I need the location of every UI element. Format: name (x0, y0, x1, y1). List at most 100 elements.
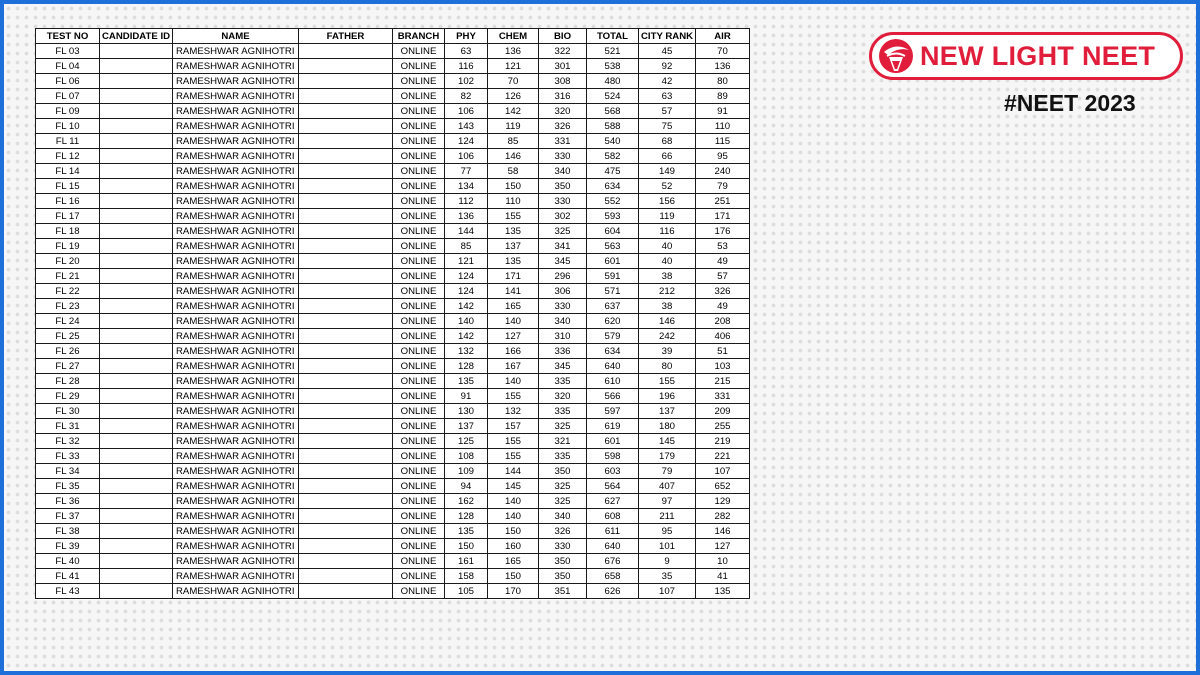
column-header: BRANCH (392, 28, 445, 44)
table-cell: 156 (638, 193, 696, 209)
table-cell: 325 (538, 478, 587, 494)
table-cell: 49 (695, 298, 750, 314)
table-cell: ONLINE (392, 433, 445, 449)
table-cell: 326 (538, 118, 587, 134)
table-cell (298, 463, 393, 479)
table-cell: ONLINE (392, 493, 445, 509)
table-cell: 325 (538, 418, 587, 434)
hashtag-label: #NEET 2023 (1004, 90, 1136, 116)
table-row: FL 34 RAMESHWAR AGNIHOTRI ONLINE 109 144 350 6… (35, 463, 750, 479)
table-cell: 40 (638, 238, 696, 254)
table-cell (298, 193, 393, 209)
table-cell: FL 03 (35, 43, 100, 59)
table-cell (298, 433, 393, 449)
table-cell: 320 (538, 103, 587, 119)
table-cell: 350 (538, 178, 587, 194)
table-cell: ONLINE (392, 193, 445, 209)
table-cell: RAMESHWAR AGNIHOTRI (172, 343, 299, 359)
table-cell: ONLINE (392, 163, 445, 179)
table-row: FL 39 RAMESHWAR AGNIHOTRI ONLINE 150 160 330 6… (35, 538, 750, 554)
table-cell: 330 (538, 193, 587, 209)
table-cell: 610 (586, 373, 639, 389)
table-cell: RAMESHWAR AGNIHOTRI (172, 148, 299, 164)
table-cell: 242 (638, 328, 696, 344)
table-cell: FL 43 (35, 583, 100, 599)
table-cell: FL 28 (35, 373, 100, 389)
table-cell: 335 (538, 403, 587, 419)
table-cell: 134 (444, 178, 488, 194)
table-cell (298, 343, 393, 359)
table-cell: ONLINE (392, 118, 445, 134)
table-cell: ONLINE (392, 298, 445, 314)
table-cell (298, 568, 393, 584)
table-cell: 652 (695, 478, 750, 494)
table-cell: FL 26 (35, 343, 100, 359)
table-cell: 135 (444, 523, 488, 539)
table-cell: ONLINE (392, 58, 445, 74)
table-cell: 49 (695, 253, 750, 269)
table-cell: 597 (586, 403, 639, 419)
table-cell: 588 (586, 118, 639, 134)
table-cell (99, 133, 173, 149)
table-cell: RAMESHWAR AGNIHOTRI (172, 433, 299, 449)
table-cell: 157 (487, 418, 539, 434)
table-cell: 340 (538, 508, 587, 524)
table-cell (99, 103, 173, 119)
table-row: FL 18 RAMESHWAR AGNIHOTRI ONLINE 144 135 325 6… (35, 223, 750, 239)
table-cell: FL 37 (35, 508, 100, 524)
table-cell: 119 (638, 208, 696, 224)
table-cell: 166 (487, 343, 539, 359)
column-header: BIO (538, 28, 587, 44)
table-cell (298, 373, 393, 389)
table-cell: FL 31 (35, 418, 100, 434)
table-cell: 296 (538, 268, 587, 284)
table-cell: 142 (444, 328, 488, 344)
table-cell (99, 283, 173, 299)
table-cell: 52 (638, 178, 696, 194)
table-row: FL 22 RAMESHWAR AGNIHOTRI ONLINE 124 141 306 5… (35, 283, 750, 299)
table-cell: ONLINE (392, 538, 445, 554)
table-cell: FL 34 (35, 463, 100, 479)
table-cell: 325 (538, 493, 587, 509)
table-cell (298, 103, 393, 119)
brand-logo: NEW LIGHT NEET (869, 32, 1183, 80)
table-cell: 136 (444, 208, 488, 224)
table-cell: 676 (586, 553, 639, 569)
table-cell: 209 (695, 403, 750, 419)
table-row: FL 26 RAMESHWAR AGNIHOTRI ONLINE 132 166 336 6… (35, 343, 750, 359)
table-cell: RAMESHWAR AGNIHOTRI (172, 463, 299, 479)
table-cell: FL 30 (35, 403, 100, 419)
table-cell: 143 (444, 118, 488, 134)
table-cell: 608 (586, 508, 639, 524)
table-cell: RAMESHWAR AGNIHOTRI (172, 43, 299, 59)
table-cell: ONLINE (392, 343, 445, 359)
table-cell: 105 (444, 583, 488, 599)
table-row: FL 17 RAMESHWAR AGNIHOTRI ONLINE 136 155 302 5… (35, 208, 750, 224)
table-cell: ONLINE (392, 448, 445, 464)
table-cell: FL 27 (35, 358, 100, 374)
table-cell: 80 (695, 73, 750, 89)
table-cell: 136 (695, 58, 750, 74)
table-cell: RAMESHWAR AGNIHOTRI (172, 538, 299, 554)
table-cell: RAMESHWAR AGNIHOTRI (172, 508, 299, 524)
table-row: FL 15 RAMESHWAR AGNIHOTRI ONLINE 134 150 350 6… (35, 178, 750, 194)
table-row: FL 03 RAMESHWAR AGNIHOTRI ONLINE 63 136 322 52… (35, 43, 750, 59)
table-cell: 132 (444, 343, 488, 359)
table-cell: 331 (695, 388, 750, 404)
table-cell (99, 88, 173, 104)
table-cell: 155 (487, 448, 539, 464)
table-cell: RAMESHWAR AGNIHOTRI (172, 58, 299, 74)
table-cell: 63 (638, 88, 696, 104)
table-cell: 582 (586, 148, 639, 164)
table-cell: 155 (487, 388, 539, 404)
table-cell (298, 223, 393, 239)
table-row: FL 33 RAMESHWAR AGNIHOTRI ONLINE 108 155 335 5… (35, 448, 750, 464)
table-cell (298, 553, 393, 569)
table-cell: 66 (638, 148, 696, 164)
table-cell: FL 29 (35, 388, 100, 404)
table-cell: 341 (538, 238, 587, 254)
table-cell: 79 (638, 463, 696, 479)
table-cell: 598 (586, 448, 639, 464)
table-cell: 146 (695, 523, 750, 539)
table-cell: RAMESHWAR AGNIHOTRI (172, 448, 299, 464)
